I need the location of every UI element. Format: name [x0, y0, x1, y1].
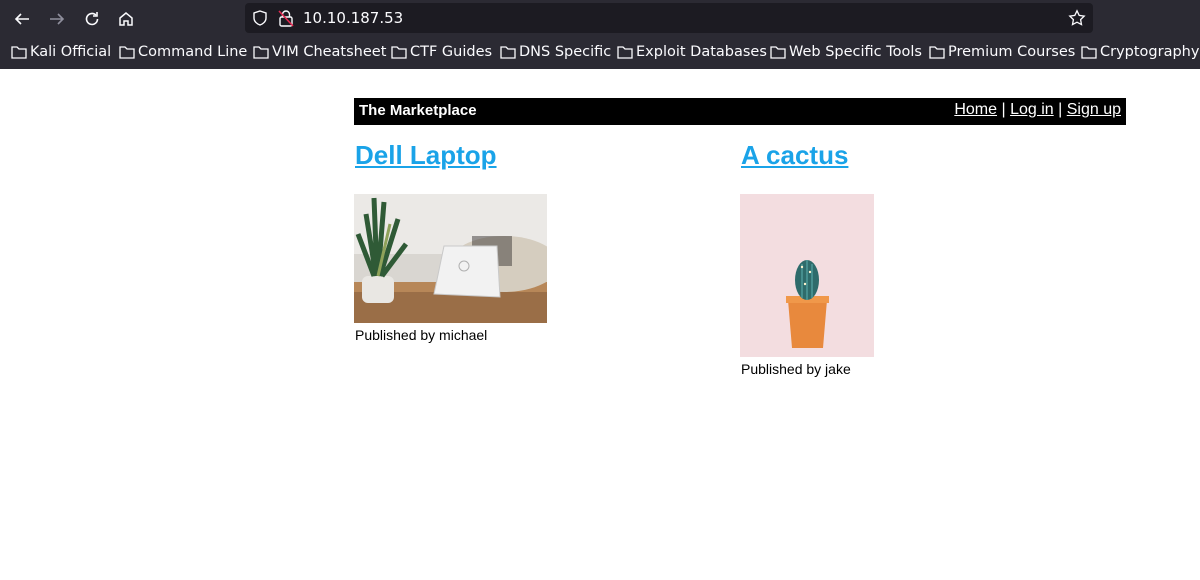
home-link[interactable]: Home	[954, 101, 997, 118]
folder-icon	[770, 46, 786, 59]
forward-button[interactable]	[44, 6, 70, 32]
folder-icon	[929, 46, 945, 59]
folder-icon	[1081, 46, 1097, 59]
bookmarks-toolbar: Kali Official Command Line VIM Cheatshee…	[0, 40, 1200, 66]
shield-icon	[253, 10, 267, 26]
bookmark-cryptography[interactable]: Cryptography	[1081, 44, 1199, 60]
listing-title-a-cactus[interactable]: A cactus	[741, 140, 848, 171]
browser-chrome: 10.10.187.53 Kali Official Command Line …	[0, 0, 1200, 69]
site-nav: Home | Log in | Sign up	[954, 101, 1121, 119]
bookmark-kali-official[interactable]: Kali Official	[11, 44, 111, 60]
bookmark-label: Cryptography	[1100, 44, 1200, 60]
folder-icon	[253, 46, 269, 59]
listing-title-dell-laptop[interactable]: Dell Laptop	[355, 140, 497, 171]
bookmark-premium-courses[interactable]: Premium Courses	[929, 44, 1075, 60]
address-bar[interactable]: 10.10.187.53	[245, 3, 1093, 33]
bookmark-label: VIM Cheatsheet	[272, 44, 387, 60]
insecure-lock-icon[interactable]	[278, 9, 294, 27]
bookmark-label: Kali Official	[30, 44, 112, 60]
reload-button[interactable]	[79, 6, 105, 32]
bookmark-web-specific-tools[interactable]: Web Specific Tools	[770, 44, 922, 60]
bookmark-label: CTF Guides	[410, 44, 493, 60]
laptop-photo	[354, 194, 547, 323]
folder-icon	[617, 46, 633, 59]
bookmark-vim-cheatsheet[interactable]: VIM Cheatsheet	[253, 44, 386, 60]
folder-icon	[391, 46, 407, 59]
folder-icon	[119, 46, 135, 59]
bookmark-label: DNS Specific	[519, 44, 612, 60]
folder-icon	[500, 46, 516, 59]
bookmark-dns-specific[interactable]: DNS Specific	[500, 44, 611, 60]
reload-icon	[85, 12, 99, 26]
forward-arrow-icon	[50, 13, 65, 25]
nav-separator: |	[1001, 101, 1006, 118]
back-button[interactable]	[9, 6, 35, 32]
url-text[interactable]: 10.10.187.53	[303, 9, 403, 27]
bookmark-star-icon[interactable]	[1068, 9, 1086, 27]
nav-separator: |	[1058, 101, 1063, 118]
bookmark-label: Exploit Databases	[636, 44, 767, 60]
back-arrow-icon	[14, 13, 29, 25]
site-title: The Marketplace	[359, 102, 477, 119]
bookmark-label: Premium Courses	[948, 44, 1076, 60]
bookmark-command-line[interactable]: Command Line	[119, 44, 247, 60]
bookmark-ctf-guides[interactable]: CTF Guides	[391, 44, 492, 60]
signup-link[interactable]: Sign up	[1067, 101, 1121, 118]
home-icon	[119, 12, 133, 26]
listing-publisher-dell-laptop: Published by michael	[355, 327, 488, 343]
site-header: The Marketplace Home | Log in | Sign up	[354, 98, 1126, 125]
cactus-photo	[740, 194, 874, 357]
login-link[interactable]: Log in	[1010, 101, 1054, 118]
listing-publisher-a-cactus: Published by jake	[741, 361, 851, 377]
bookmark-label: Command Line	[138, 44, 248, 60]
home-button[interactable]	[113, 6, 139, 32]
bookmark-exploit-databases[interactable]: Exploit Databases	[617, 44, 767, 60]
bookmark-label: Web Specific Tools	[789, 44, 922, 60]
folder-icon	[11, 46, 27, 59]
